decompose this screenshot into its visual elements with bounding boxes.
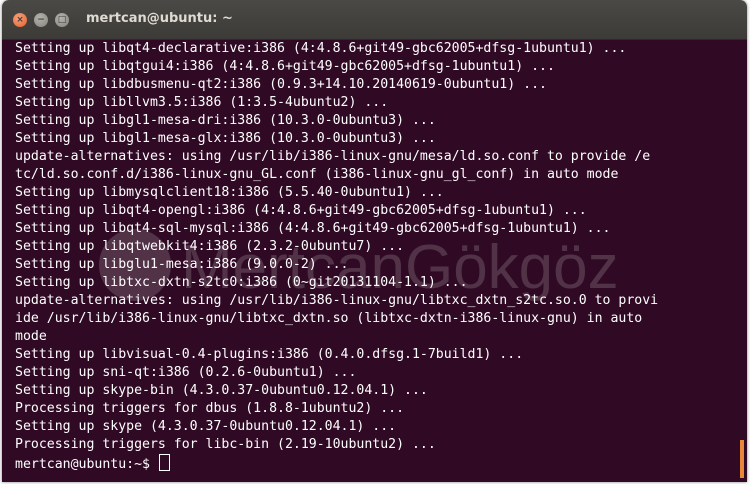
minimize-button[interactable]: − [34, 13, 48, 27]
terminal-line: tc/ld.so.conf.d/i386-linux-gnu_GL.conf (… [15, 167, 619, 182]
shell-prompt: mertcan@ubuntu:~$ [15, 457, 158, 472]
window-title: mertcan@ubuntu: ~ [86, 11, 233, 26]
terminal-line: Setting up libgl1-mesa-dri:i386 (10.3.0-… [15, 113, 436, 128]
terminal-line: mode [15, 329, 47, 344]
terminal-line: Setting up libglu1-mesa:i386 (9.0.0-2) .… [15, 257, 349, 272]
maximize-button[interactable]: □ [55, 13, 69, 27]
terminal-line: Setting up sni-qt:i386 (0.2.6-0ubuntu1) … [15, 365, 357, 380]
terminal-output: Setting up libqt4-declarative:i386 (4:4.… [15, 40, 658, 472]
cursor [158, 454, 170, 471]
terminal-line: Setting up libqt4-opengl:i386 (4:4.8.6+g… [15, 203, 587, 218]
terminal-line: Setting up libqtgui4:i386 (4:4.8.6+git49… [15, 59, 555, 74]
terminal-line: Setting up skype-bin (4.3.0.37-0ubuntu0.… [15, 383, 428, 398]
terminal-line: Setting up skype (4.3.0.37-0ubuntu0.12.0… [15, 419, 397, 434]
terminal-line: Setting up libllvm3.5:i386 (1:3.5-4ubunt… [15, 95, 389, 110]
close-button[interactable]: × [13, 13, 27, 27]
terminal-line: update-alternatives: using /usr/lib/i386… [15, 293, 659, 308]
terminal-line: Setting up libgl1-mesa-glx:i386 (10.3.0-… [15, 131, 436, 146]
terminal-line: Setting up libqtwebkit4:i386 (2.3.2-0ubu… [15, 239, 405, 254]
scroll-indicator[interactable] [740, 440, 744, 478]
terminal-area[interactable]: MertcanGökgöz Setting up libqt4-declarat… [2, 40, 747, 482]
terminal-line: Processing triggers for dbus (1.8.8-1ubu… [15, 401, 405, 416]
terminal-window: × − □ mertcan@ubuntu: ~ MertcanGökgöz Se… [2, 0, 747, 482]
maximize-icon: □ [57, 14, 67, 25]
terminal-line: Setting up libqt4-sql-mysql:i386 (4:4.8.… [15, 221, 611, 236]
terminal-line: Processing triggers for libc-bin (2.19-1… [15, 437, 436, 452]
terminal-line: Setting up libtxc-dxtn-s2tc0:i386 (0~git… [15, 275, 468, 290]
terminal-line: Setting up libmysqlclient18:i386 (5.5.40… [15, 185, 444, 200]
minimize-icon: − [37, 14, 45, 25]
close-icon: × [16, 14, 24, 25]
terminal-line: Setting up libdbusmenu-qt2:i386 (0.9.3+1… [15, 77, 547, 92]
prompt-line[interactable]: mertcan@ubuntu:~$ [15, 454, 658, 472]
terminal-line: ide /usr/lib/i386-linux-gnu/libtxc_dxtn.… [15, 311, 643, 326]
terminal-line: Setting up libqt4-declarative:i386 (4:4.… [15, 41, 627, 56]
terminal-line: update-alternatives: using /usr/lib/i386… [15, 149, 651, 164]
terminal-line: Setting up libvisual-0.4-plugins:i386 (0… [15, 347, 524, 362]
titlebar[interactable]: × − □ mertcan@ubuntu: ~ [2, 0, 747, 40]
